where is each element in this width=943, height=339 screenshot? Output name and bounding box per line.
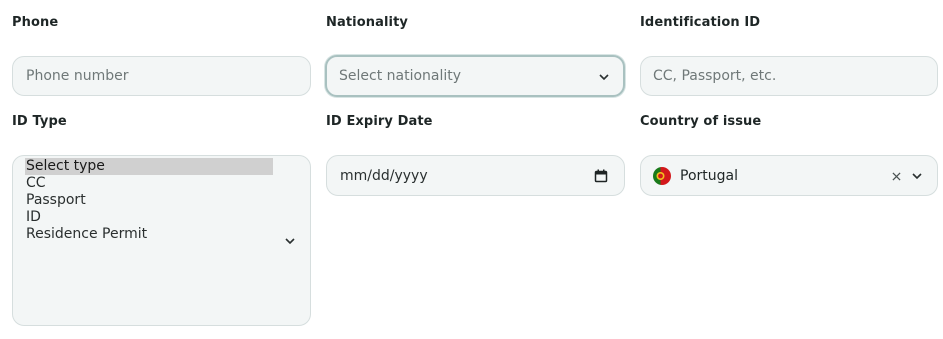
chevron-down-icon	[599, 74, 609, 81]
chevron-down-icon	[285, 238, 295, 245]
option-select-type[interactable]: Select type	[25, 158, 273, 175]
phone-placeholder: Phone number	[26, 68, 129, 84]
id-type-options: Select type CC Passport ID Residence Per…	[25, 158, 273, 243]
phone-label: Phone	[12, 15, 59, 30]
country-of-issue-label: Country of issue	[640, 114, 762, 129]
chevron-down-icon	[912, 173, 922, 180]
identification-id-placeholder: CC, Passport, etc.	[653, 68, 777, 84]
phone-input[interactable]: Phone number	[12, 56, 311, 96]
nationality-label: Nationality	[326, 15, 408, 30]
option-cc[interactable]: CC	[25, 175, 273, 192]
portugal-flag-icon	[653, 167, 671, 185]
country-value: Portugal	[680, 167, 738, 184]
country-of-issue-select[interactable]: Portugal	[640, 155, 938, 196]
nationality-placeholder: Select nationality	[339, 68, 462, 84]
date-placeholder: mm/dd/yyyy	[340, 167, 428, 184]
id-type-label: ID Type	[12, 114, 67, 129]
calendar-icon[interactable]	[594, 169, 608, 183]
identification-id-label: Identification ID	[640, 15, 761, 30]
nationality-select[interactable]: Select nationality	[325, 55, 625, 97]
option-id[interactable]: ID	[25, 209, 273, 226]
option-residence-permit[interactable]: Residence Permit	[25, 226, 273, 243]
identification-id-input[interactable]: CC, Passport, etc.	[640, 56, 938, 96]
id-type-listbox[interactable]: Select type CC Passport ID Residence Per…	[12, 155, 311, 326]
clear-icon[interactable]	[892, 172, 901, 181]
id-expiry-date-label: ID Expiry Date	[326, 114, 433, 129]
option-passport[interactable]: Passport	[25, 192, 273, 209]
id-expiry-date-input[interactable]: mm/dd/yyyy	[326, 155, 625, 196]
